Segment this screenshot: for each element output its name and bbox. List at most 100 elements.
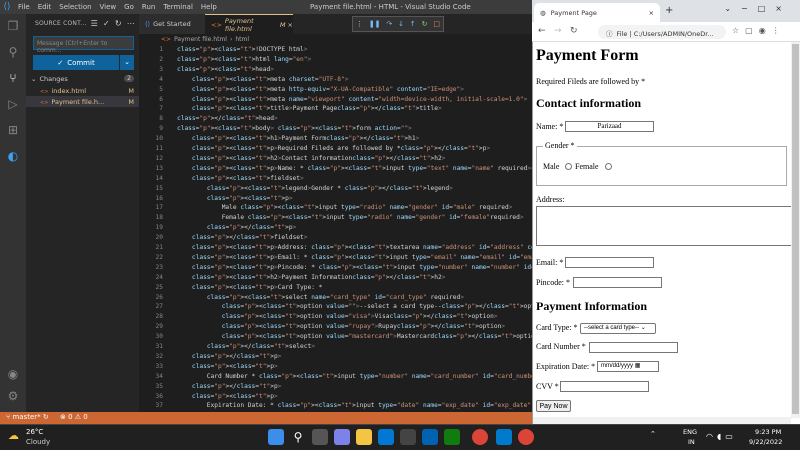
- code-line[interactable]: class="p"></class="t">p>: [177, 383, 282, 390]
- code-line[interactable]: class="p"><class="t">meta http-equiv="X-…: [177, 86, 464, 93]
- code-line[interactable]: class="p"></class="t">select>: [177, 343, 315, 350]
- stop-icon[interactable]: □: [433, 20, 440, 28]
- pincode-input[interactable]: [573, 277, 662, 288]
- commit-message-input[interactable]: Message (Ctrl+Enter to comm...: [33, 36, 134, 54]
- code-line[interactable]: class="p"><class="t">meta charset="UTF-8…: [177, 76, 349, 83]
- male-radio[interactable]: [565, 163, 572, 170]
- code-line[interactable]: class="p"><class="t">p>: [177, 195, 293, 202]
- pay-now-button[interactable]: Pay Now: [536, 400, 571, 412]
- chrome-icon[interactable]: [518, 429, 534, 445]
- step-over-icon[interactable]: ↷: [386, 20, 392, 28]
- code-line[interactable]: class="p"><class="t">meta name="viewport…: [177, 96, 527, 103]
- breadcrumb-element[interactable]: html: [235, 36, 249, 43]
- close-icon[interactable]: ×: [649, 9, 654, 17]
- menu-item[interactable]: Selection: [59, 3, 91, 11]
- step-into-icon[interactable]: ↓: [398, 20, 404, 28]
- edge-icon[interactable]: [378, 429, 394, 445]
- code-line[interactable]: class="p"><class="t">head>: [177, 66, 274, 73]
- code-line[interactable]: Card Number * class="p"><class="t">input…: [177, 373, 532, 380]
- clock-date[interactable]: 9/22/2022: [749, 438, 782, 446]
- menu-item[interactable]: Terminal: [163, 3, 193, 11]
- code-line[interactable]: Female class="p"><class="t">input type="…: [177, 214, 524, 221]
- scrollbar-thumb[interactable]: [792, 44, 799, 414]
- search-icon[interactable]: ⚲: [5, 44, 21, 60]
- file-explorer-icon[interactable]: [356, 429, 372, 445]
- code-editor[interactable]: 1 class="p"><class="t">!DOCTYPE html> 2 cla…: [139, 45, 532, 412]
- name-input[interactable]: Parizaad: [565, 121, 654, 132]
- store-icon[interactable]: [400, 429, 416, 445]
- browser-actions[interactable]: ☆▢◉⋮: [732, 26, 786, 35]
- region-indicator[interactable]: IN: [688, 438, 695, 446]
- close-icon[interactable]: ×: [288, 21, 293, 29]
- vscode-icon[interactable]: [496, 429, 512, 445]
- menu-item[interactable]: Edit: [38, 3, 52, 11]
- drag-handle-icon[interactable]: ⋮: [356, 20, 363, 28]
- back-icon[interactable]: ←: [538, 26, 546, 36]
- code-line[interactable]: class="p"></class="t">p>: [177, 224, 297, 231]
- tab-get-started[interactable]: ⟨⟩ Get Started: [139, 14, 205, 34]
- code-line[interactable]: class="p"><class="t">option value="visa"…: [177, 313, 498, 320]
- changes-header[interactable]: ⌄ Changes 2: [26, 73, 139, 84]
- female-radio[interactable]: [605, 163, 612, 170]
- extensions-icon[interactable]: ⊞: [5, 122, 21, 138]
- code-line[interactable]: class="p"></class="t">p>: [177, 353, 282, 360]
- account-icon[interactable]: ◉: [5, 366, 21, 382]
- mail-icon[interactable]: [422, 429, 438, 445]
- horizontal-scrollbar[interactable]: [533, 417, 791, 424]
- task-view-icon[interactable]: [312, 429, 328, 445]
- weather-icon[interactable]: ☁: [8, 429, 19, 442]
- clock-time[interactable]: 9:23 PM: [755, 428, 781, 436]
- code-line[interactable]: class="p"><class="t">select name="card_t…: [177, 294, 464, 301]
- code-line[interactable]: Expiration Date: * class="p"><class="t">…: [177, 402, 532, 409]
- forward-icon[interactable]: →: [554, 26, 562, 36]
- explorer-icon[interactable]: ❐: [5, 18, 21, 34]
- pause-icon[interactable]: ❚❚: [369, 20, 381, 28]
- code-line[interactable]: class="p"><class="t">p>: [177, 363, 278, 370]
- commit-dropdown-button[interactable]: ⌄: [120, 55, 134, 70]
- start-icon[interactable]: [268, 429, 284, 445]
- language-indicator[interactable]: ENG: [683, 428, 697, 436]
- code-line[interactable]: class="p"><class="t">p>Address: class="p…: [177, 244, 532, 251]
- cvv-input[interactable]: [560, 381, 649, 392]
- chrome-icon[interactable]: [472, 429, 488, 445]
- email-input[interactable]: [565, 257, 654, 268]
- code-line[interactable]: class="p"><class="t">h2>Payment Informat…: [177, 274, 446, 281]
- chat-icon[interactable]: [334, 429, 350, 445]
- xbox-icon[interactable]: [444, 429, 460, 445]
- code-line[interactable]: class="p"><class="t">p>Name: * class="p"…: [177, 165, 532, 172]
- source-control-icon[interactable]: ⑂: [5, 70, 21, 86]
- card-number-input[interactable]: [589, 342, 678, 353]
- code-line[interactable]: class="p"></class="t">fieldset>: [177, 234, 308, 241]
- code-line[interactable]: class="p"><class="t">p>Email: * class="p…: [177, 254, 532, 261]
- code-line[interactable]: class="p"><class="t">html lang="en">: [177, 56, 311, 63]
- run-debug-icon[interactable]: ▷: [5, 96, 21, 112]
- step-out-icon[interactable]: ↑: [410, 20, 416, 28]
- code-line[interactable]: class="p"><class="t">option value="maste…: [177, 333, 532, 340]
- address-textarea[interactable]: [536, 206, 791, 246]
- changed-file-item[interactable]: index.html M: [26, 85, 139, 96]
- code-line[interactable]: class="p"></class="t">head>: [177, 115, 278, 122]
- menu-item[interactable]: View: [100, 3, 117, 11]
- menu-item[interactable]: Go: [124, 3, 134, 11]
- tray-chevron-icon[interactable]: ⌃: [650, 430, 656, 438]
- code-line[interactable]: class="p"><class="t">option value="rupay…: [177, 323, 505, 330]
- code-line[interactable]: class="p"><class="t">p>Required Fileds a…: [177, 145, 490, 152]
- weather-temp[interactable]: 26°C: [26, 428, 43, 436]
- code-line[interactable]: class="p"><class="t">title>Payment Pagec…: [177, 105, 442, 112]
- network-volume-battery-icons[interactable]: ◠◖▭: [706, 432, 737, 441]
- code-line[interactable]: class="p"><class="t">option value="">--s…: [177, 303, 532, 310]
- code-line[interactable]: class="p"><class="t">fieldset>: [177, 175, 304, 182]
- changed-file-item[interactable]: Payment file.h... M: [26, 96, 139, 107]
- code-line[interactable]: class="p"><class="t">p>: [177, 393, 278, 400]
- code-line[interactable]: class="p"><class="t">p>Pincode: * class=…: [177, 264, 532, 271]
- tab-payment-file[interactable]: <> Payment file.html M ×: [205, 14, 293, 34]
- refresh-icon[interactable]: ↻: [115, 19, 122, 28]
- search-icon[interactable]: ⚲: [290, 429, 306, 445]
- problems-indicator[interactable]: ⊗ 0 ⚠ 0: [60, 413, 88, 421]
- code-line[interactable]: Male class="p"><class="t">input type="ra…: [177, 204, 513, 211]
- edge-devtools-icon[interactable]: ◐: [5, 148, 21, 164]
- menu-item[interactable]: Help: [201, 3, 217, 11]
- code-line[interactable]: class="p"><class="t">h2>Contact informat…: [177, 155, 446, 162]
- expiration-date-input[interactable]: mm/dd/yyyy ▦: [597, 361, 659, 372]
- commit-button[interactable]: ✓ Commit: [33, 55, 119, 70]
